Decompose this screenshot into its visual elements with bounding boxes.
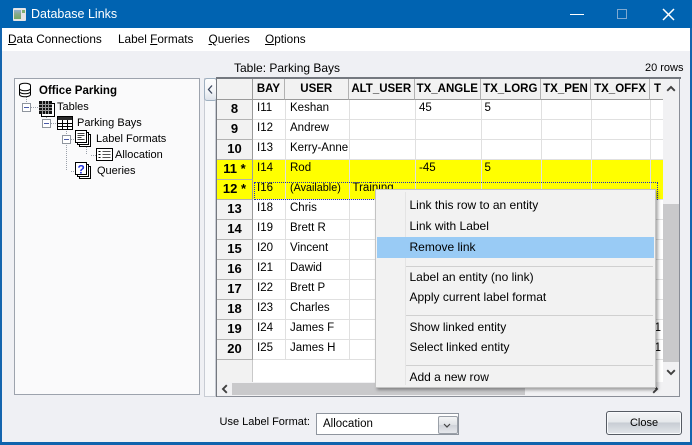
svg-text:?: ? <box>78 163 85 177</box>
